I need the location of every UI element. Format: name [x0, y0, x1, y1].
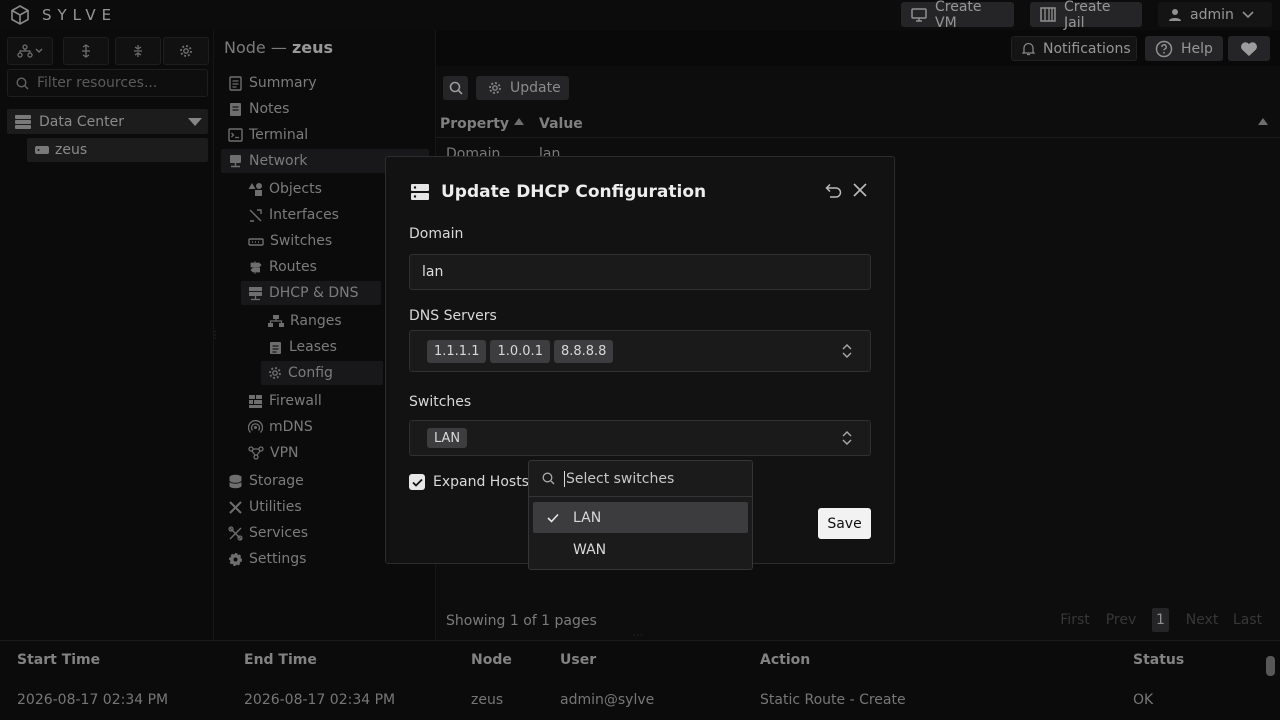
- reset-icon[interactable]: [824, 182, 842, 198]
- dropdown-search-placeholder: Select switches: [564, 470, 675, 487]
- dns-chip[interactable]: 1.0.0.1: [490, 339, 550, 363]
- chevrons-up-down-icon: [842, 431, 852, 445]
- domain-label: Domain: [409, 226, 464, 242]
- expand-hosts-checkbox[interactable]: [409, 474, 425, 490]
- dns-chip[interactable]: 1.1.1.1: [427, 339, 487, 363]
- dropdown-option-label: WAN: [573, 541, 607, 558]
- check-icon: [411, 478, 423, 487]
- dropdown-search-input[interactable]: Select switches: [529, 461, 752, 497]
- dns-servers-label: DNS Servers: [409, 308, 497, 324]
- expand-hosts-label: Expand Hosts: [433, 474, 529, 490]
- dropdown-option-label: LAN: [573, 509, 602, 526]
- domain-input[interactable]: lan: [409, 254, 871, 290]
- switches-label: Switches: [409, 394, 472, 410]
- switches-select[interactable]: LAN: [409, 420, 871, 456]
- dropdown-option-wan[interactable]: WAN: [533, 534, 748, 565]
- dns-chip[interactable]: 8.8.8.8: [553, 339, 614, 363]
- close-icon[interactable]: [853, 183, 867, 197]
- search-icon: [542, 472, 555, 485]
- dhcp-server-icon: [410, 182, 430, 202]
- check-icon: [533, 513, 573, 523]
- dialog-title: Update DHCP Configuration: [441, 182, 707, 202]
- switch-chip[interactable]: LAN: [427, 428, 468, 448]
- chevrons-up-down-icon: [842, 344, 852, 358]
- dns-servers-select[interactable]: 1.1.1.1 1.0.0.1 8.8.8.8: [409, 330, 871, 372]
- save-button[interactable]: Save: [818, 508, 871, 539]
- dropdown-option-lan[interactable]: LAN: [533, 502, 748, 533]
